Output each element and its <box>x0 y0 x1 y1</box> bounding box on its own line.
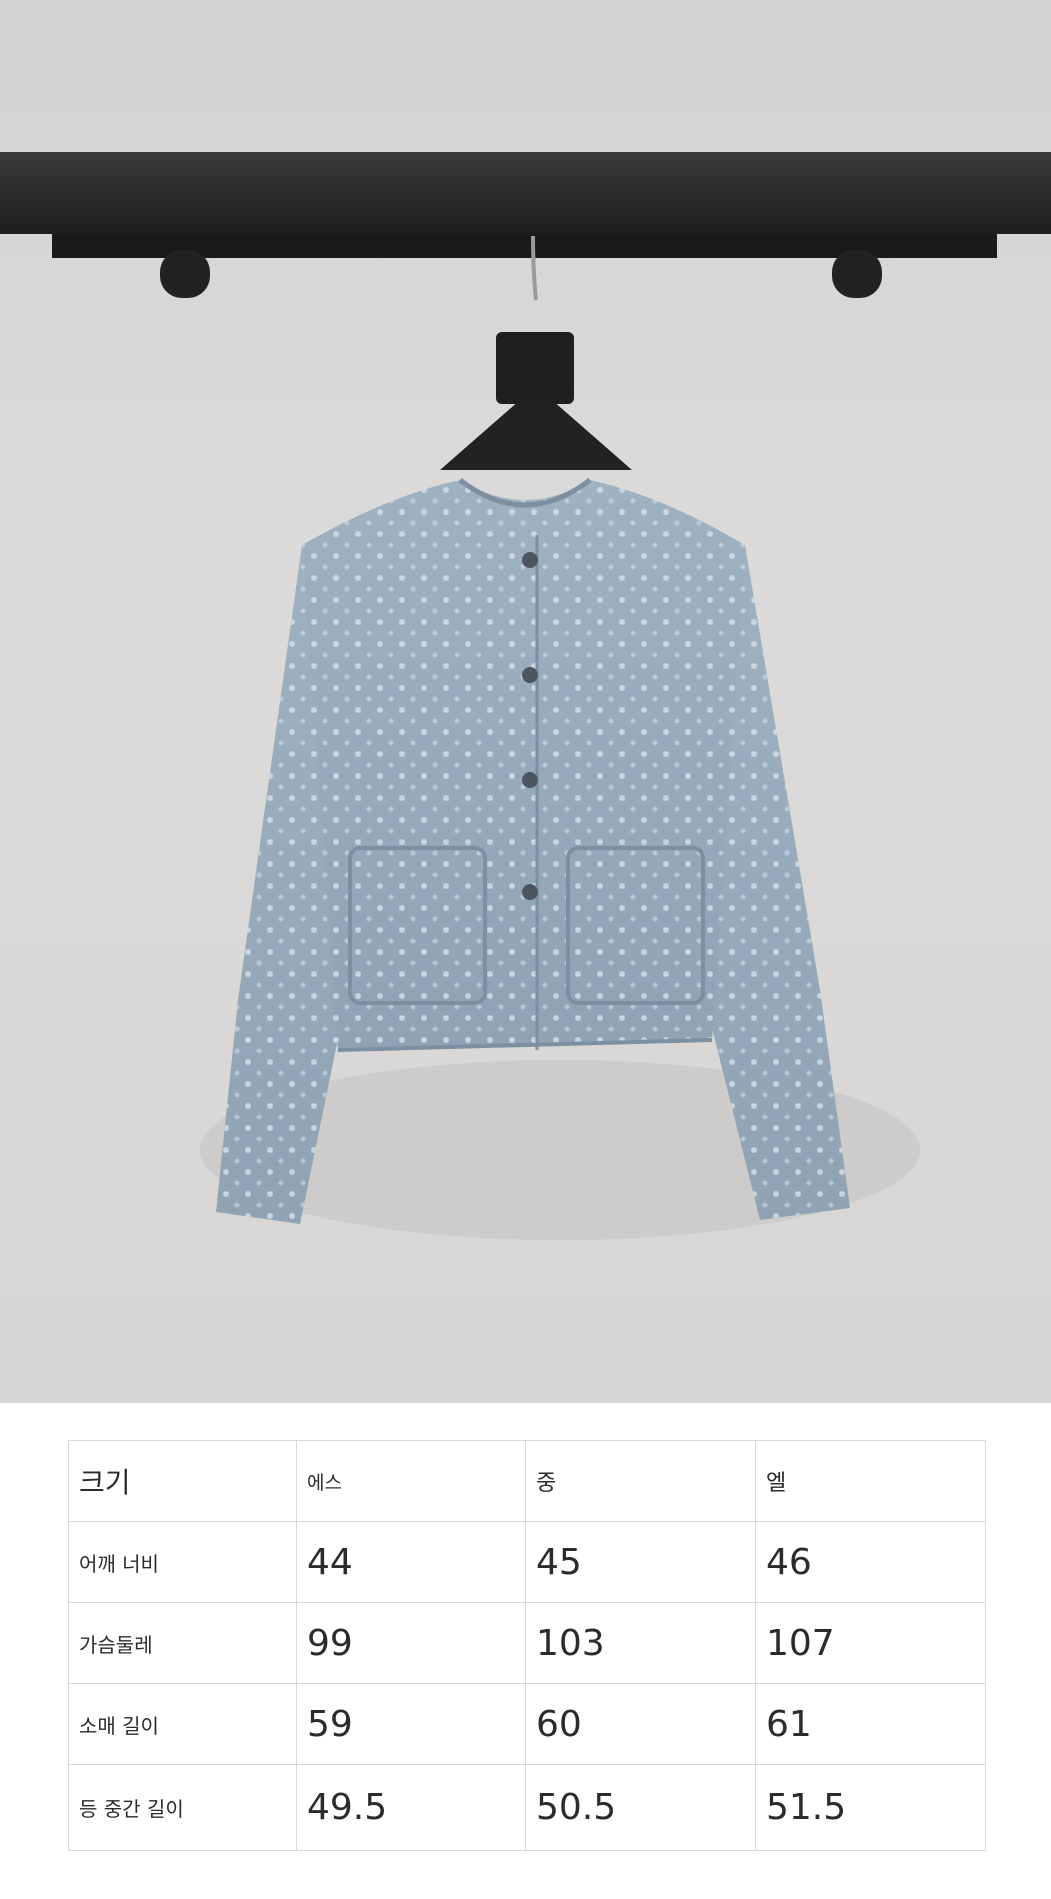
row-label: 소매 길이 <box>68 1683 297 1765</box>
table-row: 등 중간 길이 49.5 50.5 51.5 <box>68 1764 986 1851</box>
header-size-m: 중 <box>525 1440 756 1522</box>
row-label: 등 중간 길이 <box>68 1764 297 1851</box>
table-cell: 51.5 <box>755 1764 986 1851</box>
table-cell: 49.5 <box>296 1764 526 1851</box>
table-cell: 60 <box>525 1683 756 1765</box>
table-cell: 45 <box>525 1521 756 1603</box>
header-size-label: 크기 <box>68 1440 297 1522</box>
hanger <box>440 235 632 470</box>
table-row: 가슴둘레 99 103 107 <box>68 1602 986 1684</box>
table-cell: 61 <box>755 1683 986 1765</box>
wall-shelf <box>0 152 1051 298</box>
table-cell: 107 <box>755 1602 986 1684</box>
table-row: 어깨 너비 44 45 46 <box>68 1521 986 1603</box>
table-cell: 99 <box>296 1602 526 1684</box>
table-cell: 103 <box>525 1602 756 1684</box>
row-label: 어깨 너비 <box>68 1521 297 1603</box>
table-cell: 59 <box>296 1683 526 1765</box>
size-table: 크기 에스 중 엘 어깨 너비 44 45 46 가슴둘레 99 103 107… <box>68 1440 986 1851</box>
denim-jacket-image <box>0 152 1051 1240</box>
header-size-s: 에스 <box>296 1440 526 1522</box>
row-label: 가슴둘레 <box>68 1602 297 1684</box>
size-chart: 크기 에스 중 엘 어깨 너비 44 45 46 가슴둘레 99 103 107… <box>68 1440 986 1851</box>
header-size-l: 엘 <box>755 1440 986 1522</box>
table-cell: 50.5 <box>525 1764 756 1851</box>
table-cell: 44 <box>296 1521 526 1603</box>
table-cell: 46 <box>755 1521 986 1603</box>
table-row: 소매 길이 59 60 61 <box>68 1683 986 1765</box>
table-header-row: 크기 에스 중 엘 <box>68 1440 986 1522</box>
product-photo <box>0 0 1051 1403</box>
